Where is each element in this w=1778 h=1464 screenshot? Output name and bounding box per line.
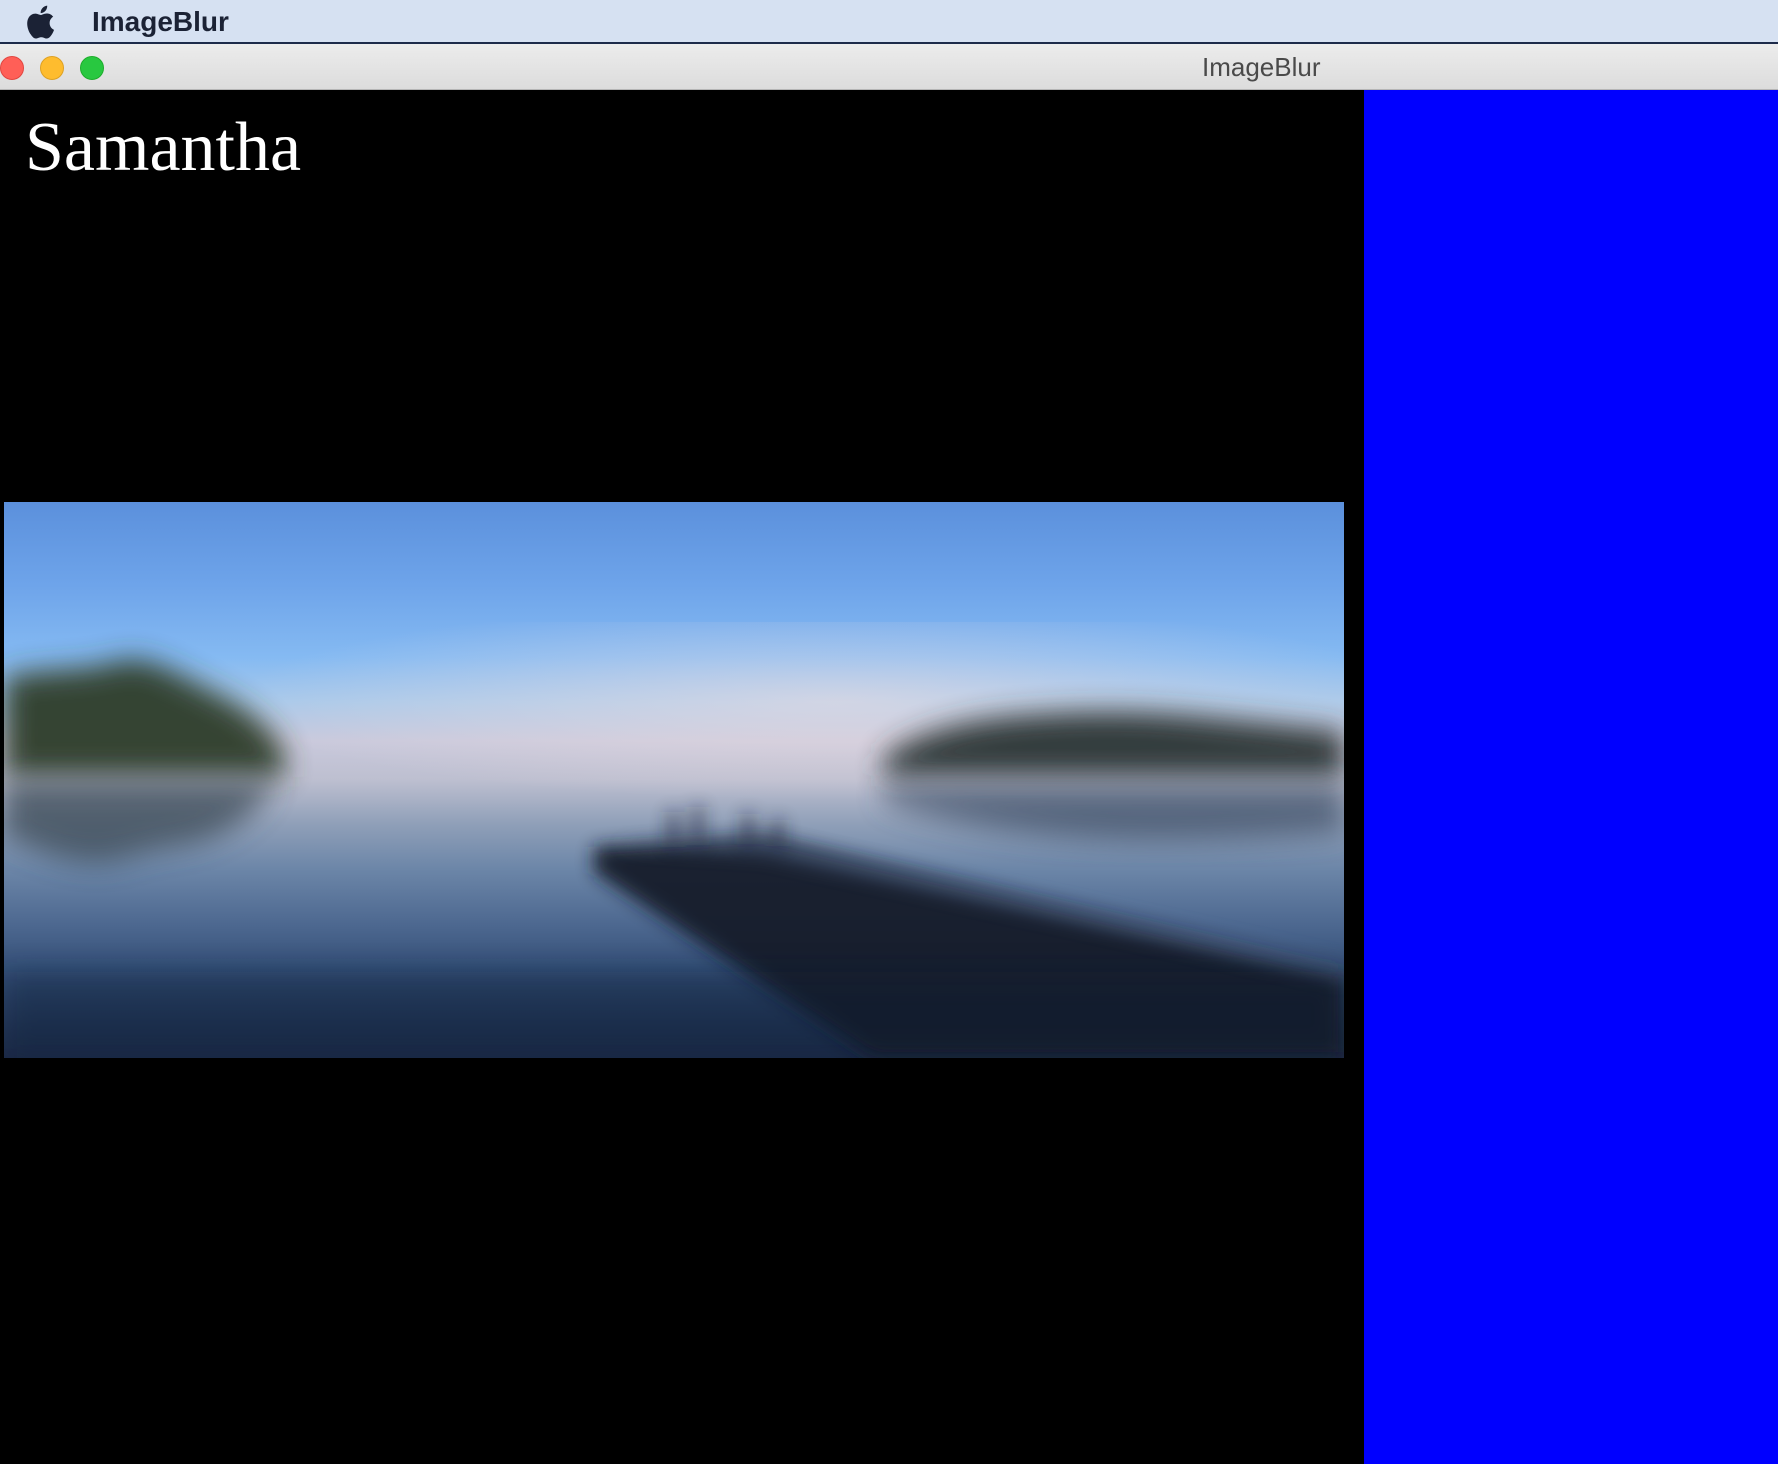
name-label: Samantha bbox=[25, 109, 302, 186]
blurred-lake-dock-image bbox=[4, 622, 1344, 1058]
menu-bar: ImageBlur bbox=[0, 0, 1778, 44]
close-button[interactable] bbox=[0, 56, 24, 80]
right-panel bbox=[1364, 90, 1778, 1464]
window-content: Samantha bbox=[0, 90, 1778, 1464]
window-title-text: ImageBlur bbox=[1202, 52, 1321, 82]
zoom-button[interactable] bbox=[80, 56, 104, 80]
app-name-menu[interactable]: ImageBlur bbox=[92, 4, 229, 40]
blurred-lake-image bbox=[4, 502, 1344, 1058]
window-title-bar[interactable]: ImageBlur bbox=[0, 44, 1778, 90]
left-pane: Samantha bbox=[0, 90, 1364, 1464]
apple-logo-icon[interactable] bbox=[25, 5, 55, 39]
minimize-button[interactable] bbox=[40, 56, 64, 80]
